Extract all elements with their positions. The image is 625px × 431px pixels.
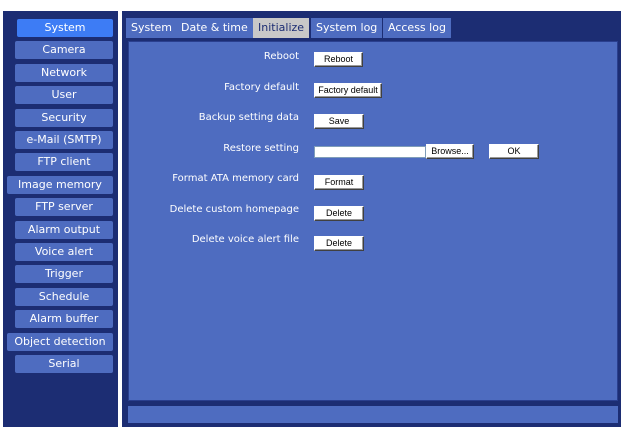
sidebar-item-image-memory[interactable]: Image memory — [7, 176, 113, 194]
initialize-panel: Reboot Reboot Factory default Factory de… — [128, 41, 618, 401]
sidebar-item-user[interactable]: User — [15, 86, 113, 104]
save-button[interactable]: Save — [314, 114, 364, 129]
sidebar-item-security[interactable]: Security — [15, 109, 113, 127]
sidebar-item-alarm-output[interactable]: Alarm output — [15, 221, 113, 239]
factory-default-label: Factory default — [224, 82, 299, 93]
reboot-button[interactable]: Reboot — [314, 52, 363, 67]
tab-system[interactable]: System — [126, 18, 178, 38]
delete-homepage-button[interactable]: Delete — [314, 206, 364, 221]
ok-button[interactable]: OK — [489, 144, 539, 159]
sidebar-item-network[interactable]: Network — [15, 64, 113, 82]
tab-date-time[interactable]: Date & time — [176, 18, 253, 38]
delete-voice-alert-button[interactable]: Delete — [314, 236, 364, 251]
reboot-label: Reboot — [263, 51, 299, 62]
sidebar-item-camera[interactable]: Camera — [15, 41, 113, 59]
sidebar: System Camera Network User Security e-Ma… — [3, 11, 118, 427]
sidebar-item-ftp-client[interactable]: FTP client — [15, 153, 113, 171]
sidebar-item-voice-alert[interactable]: Voice alert — [15, 243, 113, 261]
backup-setting-label: Backup setting data — [198, 112, 299, 123]
sidebar-item-schedule[interactable]: Schedule — [15, 288, 113, 306]
tab-access-log[interactable]: Access log — [383, 18, 451, 38]
format-ata-label: Format ATA memory card — [172, 173, 299, 184]
tab-initialize[interactable]: Initialize — [253, 18, 310, 38]
sidebar-item-ftp-server[interactable]: FTP server — [15, 198, 113, 216]
delete-custom-homepage-label: Delete custom homepage — [169, 204, 299, 215]
main-content: System Date & time Initialize System log… — [122, 11, 621, 427]
sidebar-item-alarm-buffer[interactable]: Alarm buffer — [15, 310, 113, 328]
restore-file-input[interactable] — [314, 146, 426, 158]
sidebar-item-object-detection[interactable]: Object detection — [7, 333, 113, 351]
sidebar-item-email-smtp[interactable]: e-Mail (SMTP) — [15, 131, 113, 149]
sidebar-item-serial[interactable]: Serial — [15, 355, 113, 373]
sidebar-item-system[interactable]: System — [17, 19, 113, 37]
restore-setting-label: Restore setting — [223, 143, 299, 154]
tab-system-log[interactable]: System log — [311, 18, 383, 38]
panel-footer — [128, 406, 618, 423]
factory-default-button[interactable]: Factory default — [314, 83, 382, 98]
delete-voice-alert-label: Delete voice alert file — [191, 234, 299, 245]
format-button[interactable]: Format — [314, 175, 364, 190]
sidebar-item-trigger[interactable]: Trigger — [15, 265, 113, 283]
browse-button[interactable]: Browse... — [426, 144, 474, 159]
